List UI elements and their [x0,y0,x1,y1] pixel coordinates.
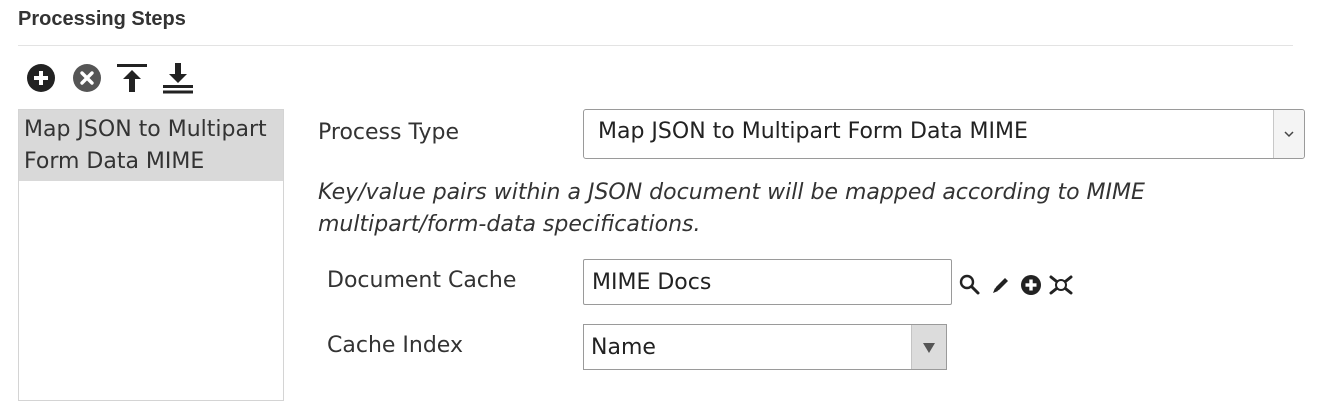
clear-icon[interactable] [1049,274,1073,296]
steps-list: Map JSON to Multipart Form Data MIME [18,109,284,401]
triangle-down-icon [923,343,935,353]
plus-circle-icon [27,64,55,92]
cache-index-value: Name [591,335,656,360]
process-type-value: Map JSON to Multipart Form Data MIME [598,119,1028,144]
title-divider [18,45,1293,46]
section-title: Processing Steps [18,8,186,30]
edit-pencil-icon[interactable] [990,274,1012,296]
add-step-button[interactable] [26,62,58,94]
document-cache-label: Document Cache [327,268,517,293]
list-item[interactable]: Map JSON to Multipart Form Data MIME [19,110,283,181]
move-to-top-icon [117,64,147,92]
chevron-down-icon [1284,131,1294,138]
remove-step-button[interactable] [72,62,104,94]
move-to-top-button[interactable] [116,62,148,94]
dropdown-toggle[interactable] [911,325,946,369]
search-icon[interactable] [959,274,981,296]
move-to-bottom-button[interactable] [162,62,194,94]
process-description: Key/value pairs within a JSON document w… [318,180,1145,237]
process-type-label: Process Type [318,120,459,145]
cache-index-select[interactable]: Name [583,324,947,370]
process-type-select[interactable]: Map JSON to Multipart Form Data MIME [583,109,1305,159]
document-cache-input[interactable] [583,259,952,305]
x-circle-icon [73,64,101,92]
move-to-bottom-icon [163,63,193,94]
add-circle-icon[interactable] [1020,274,1042,296]
cache-index-label: Cache Index [327,333,463,358]
dropdown-toggle[interactable] [1273,110,1304,158]
